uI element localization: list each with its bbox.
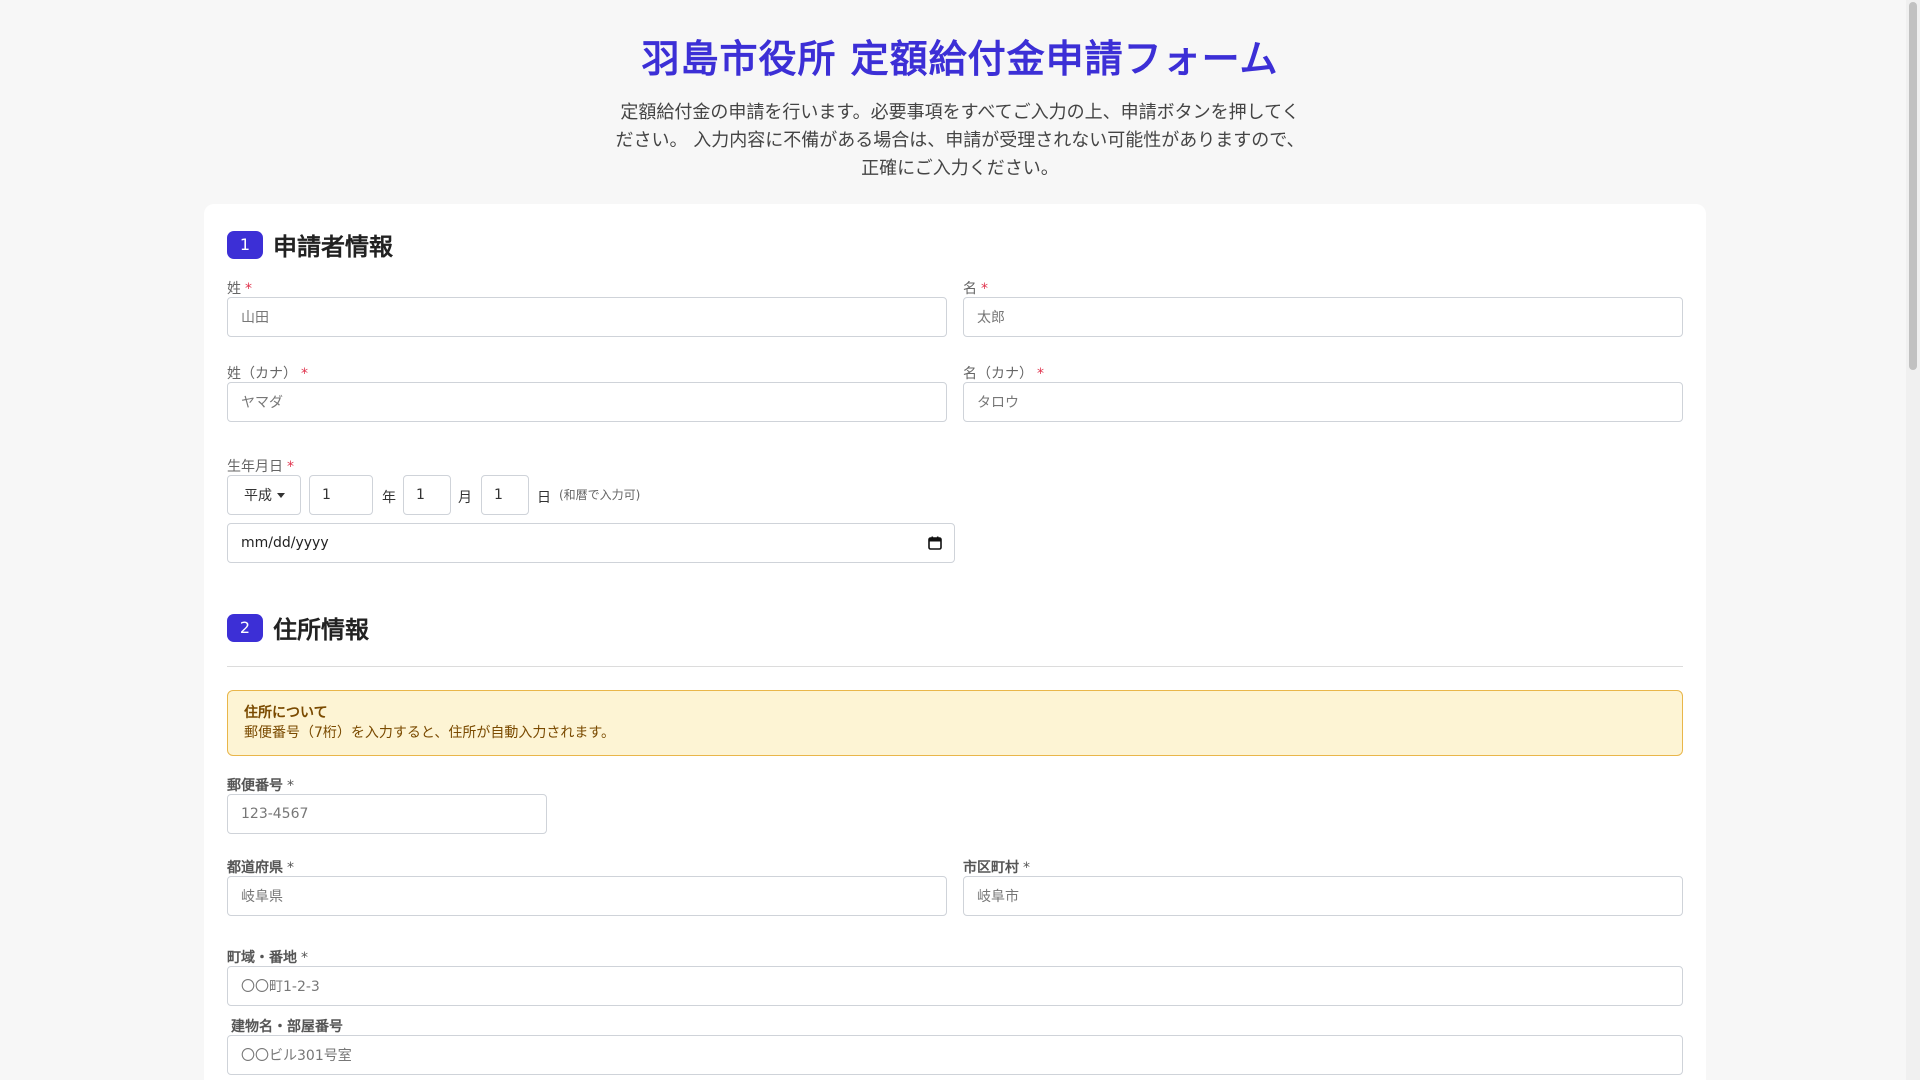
- month-unit: 月: [458, 490, 472, 506]
- era-select[interactable]: 平成: [227, 475, 301, 515]
- section-2-badge: 2: [227, 613, 263, 642]
- postal-input[interactable]: 123-4567: [227, 794, 547, 834]
- last-name-label: 姓 *: [227, 281, 252, 297]
- street-label: 町域・番地 *: [227, 950, 308, 966]
- page-intro: 定額給付金の申請を行います。必要事項をすべてご入力の上、申請ボタンを押してくださ…: [615, 102, 1305, 179]
- building-input[interactable]: 〇〇ビル301号室: [227, 1035, 1683, 1075]
- last-kana-label: 姓（カナ） *: [227, 366, 308, 382]
- form-card: 1 申請者情報 姓 * 山田 名 * 太郎 姓（カナ） * ヤマダ 名（カナ） * タロ…: [204, 204, 1706, 1080]
- caret-down-icon: [277, 492, 285, 498]
- page-title: 羽島市役所 定額給付金申請フォーム: [641, 37, 1279, 81]
- building-label: 建物名・部屋番号: [231, 1019, 343, 1035]
- section-2-title: 住所情報: [273, 616, 369, 644]
- page: 羽島市役所 定額給付金申請フォーム 定額給付金の申請を行います。必要事項をすべて…: [0, 0, 1920, 1080]
- birth-day-input[interactable]: 1: [481, 475, 529, 515]
- birthdate-label: 生年月日 *: [227, 459, 294, 475]
- birth-year-input[interactable]: 1: [309, 475, 373, 515]
- calendar-icon[interactable]: [928, 536, 942, 550]
- notice-text: 郵便番号（7桁）を入力すると、住所が自動入力されます。: [244, 725, 615, 741]
- section-1-badge: 1: [227, 230, 263, 259]
- section-1-header: 1 申請者情報: [227, 227, 393, 262]
- day-unit: 日: [537, 490, 551, 506]
- postal-label: 郵便番号 *: [227, 778, 294, 794]
- prefecture-label: 都道府県 *: [227, 860, 294, 876]
- last-kana-input[interactable]: ヤマダ: [227, 382, 947, 422]
- prefecture-input[interactable]: 岐阜県: [227, 876, 947, 916]
- first-name-label: 名 *: [963, 281, 988, 297]
- header: 羽島市役所 定額給付金申請フォーム 定額給付金の申請を行います。必要事項をすべて…: [0, 0, 1920, 183]
- city-label: 市区町村 *: [963, 860, 1030, 876]
- year-unit: 年: [382, 490, 396, 506]
- section-divider: [227, 666, 1683, 667]
- notice-title: 住所について: [244, 705, 328, 721]
- address-notice: 住所について 郵便番号（7桁）を入力すると、住所が自動入力されます。: [227, 690, 1683, 756]
- section-1-title: 申請者情報: [273, 233, 393, 261]
- birthdate-date-input[interactable]: mm/dd/yyyy: [227, 523, 955, 563]
- birth-month-input[interactable]: 1: [403, 475, 451, 515]
- first-name-input[interactable]: 太郎: [963, 297, 1683, 337]
- street-input[interactable]: 〇〇町1-2-3: [227, 966, 1683, 1006]
- era-hint: (和暦で入力可): [559, 488, 641, 502]
- page-scrollbar[interactable]: [1906, 0, 1920, 1080]
- section-2-header: 2 住所情報: [227, 610, 369, 645]
- first-kana-input[interactable]: タロウ: [963, 382, 1683, 422]
- last-name-input[interactable]: 山田: [227, 297, 947, 337]
- first-kana-label: 名（カナ） *: [963, 366, 1044, 382]
- city-input[interactable]: 岐阜市: [963, 876, 1683, 916]
- scrollbar-thumb[interactable]: [1909, 2, 1917, 370]
